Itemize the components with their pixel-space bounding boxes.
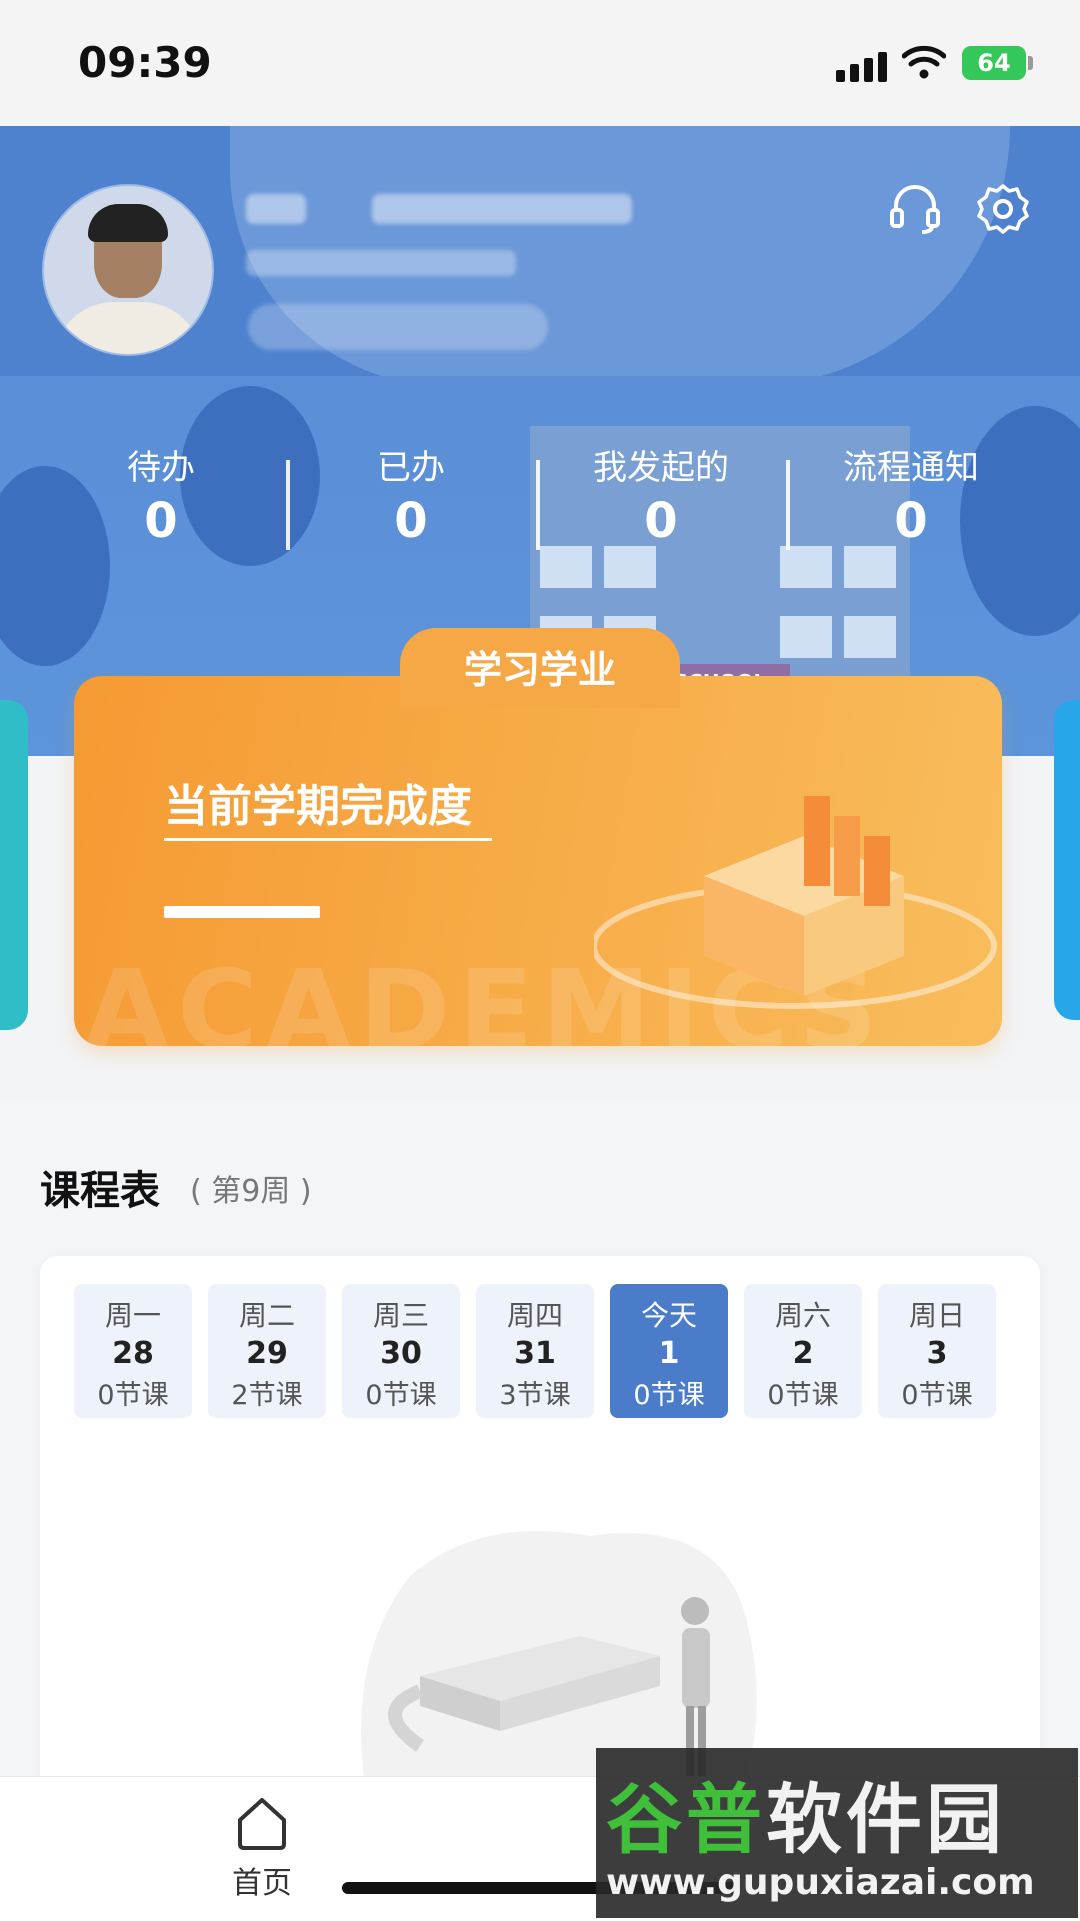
user-id-blurred [372, 194, 632, 224]
day-name: 周日 [908, 1299, 965, 1332]
user-dept-blurred [246, 250, 516, 276]
stat-label: 待办 [127, 448, 195, 488]
watermark-brand: 谷普软件园 [606, 1775, 1006, 1864]
academic-card[interactable]: ACADEMICS 当前学期完成度 [74, 676, 1002, 1046]
day-wed[interactable]: 周三 30 0节课 [342, 1284, 460, 1418]
home-icon[interactable] [232, 1792, 292, 1852]
day-date: 29 [246, 1336, 288, 1371]
stat-value: 0 [144, 493, 178, 549]
day-count: 2节课 [231, 1380, 303, 1411]
schedule-week: ( 第9周 ) [190, 1174, 312, 1209]
stat-todo[interactable]: 待办 0 [36, 440, 286, 549]
day-name: 周三 [372, 1299, 429, 1332]
day-name: 周二 [238, 1299, 295, 1332]
day-name: 周六 [774, 1299, 831, 1332]
day-date: 3 [926, 1336, 948, 1371]
stats-divider [286, 460, 290, 550]
day-count: 3节课 [499, 1380, 571, 1411]
gear-icon[interactable] [976, 182, 1030, 236]
carousel-card-prev[interactable] [0, 700, 28, 1030]
day-today[interactable]: 今天 1 0节课 [610, 1284, 728, 1418]
day-thu[interactable]: 周四 31 3节课 [476, 1284, 594, 1418]
user-name-blurred [246, 194, 306, 224]
day-sun[interactable]: 周日 3 0节课 [878, 1284, 996, 1418]
signal-icon [836, 52, 888, 82]
day-count: 0节课 [97, 1380, 169, 1411]
stats-divider [536, 460, 540, 550]
stats-row: 待办 0 已办 0 我发起的 0 流程通知 0 [0, 300, 1080, 549]
day-count: 0节课 [365, 1380, 437, 1411]
stat-initiated[interactable]: 我发起的 0 [536, 440, 786, 549]
day-name: 周四 [506, 1299, 563, 1332]
schedule-title: 课程表 [40, 1168, 160, 1214]
day-tue[interactable]: 周二 29 2节课 [208, 1284, 326, 1418]
nav-home-label[interactable]: 首页 [232, 1858, 292, 1902]
watermark-url: www.gupuxiazai.com [606, 1862, 1035, 1903]
academic-tab[interactable]: 学习学业 [400, 628, 680, 708]
headset-icon[interactable] [888, 182, 942, 236]
stats-divider [786, 460, 790, 550]
day-date: 30 [380, 1336, 422, 1371]
schedule-panel: 周一 28 0节课 周二 29 2节课 周三 30 0节课 周四 31 3节课 … [40, 1256, 1040, 1816]
day-mon[interactable]: 周一 28 0节课 [74, 1284, 192, 1418]
wifi-icon [902, 45, 946, 79]
chart-illustration-icon [594, 796, 997, 1009]
stat-done[interactable]: 已办 0 [286, 440, 536, 549]
day-date: 2 [792, 1336, 814, 1371]
day-count: 0节课 [901, 1380, 973, 1411]
stat-value: 0 [894, 493, 928, 549]
day-name: 今天 [640, 1299, 697, 1332]
day-sat[interactable]: 周六 2 0节课 [744, 1284, 862, 1418]
card-underline [164, 838, 492, 841]
day-count: 0节课 [767, 1380, 839, 1411]
completion-bar [164, 906, 320, 918]
stat-notifications[interactable]: 流程通知 0 [786, 440, 1036, 549]
day-count: 0节课 [633, 1380, 705, 1411]
stat-label: 流程通知 [843, 448, 979, 488]
stat-value: 0 [394, 493, 428, 549]
stat-label: 已办 [377, 448, 445, 488]
stat-label: 我发起的 [593, 448, 729, 488]
status-time: 09:39 [78, 38, 212, 87]
day-name: 周一 [104, 1299, 161, 1332]
day-date: 1 [658, 1336, 680, 1371]
card-title: 当前学期完成度 [164, 781, 472, 832]
battery-icon: 64 [962, 46, 1026, 80]
carousel-card-next[interactable] [1054, 700, 1080, 1020]
day-date: 31 [514, 1336, 556, 1371]
battery-tip [1028, 56, 1033, 70]
day-date: 28 [112, 1336, 154, 1371]
stat-value: 0 [644, 493, 678, 549]
